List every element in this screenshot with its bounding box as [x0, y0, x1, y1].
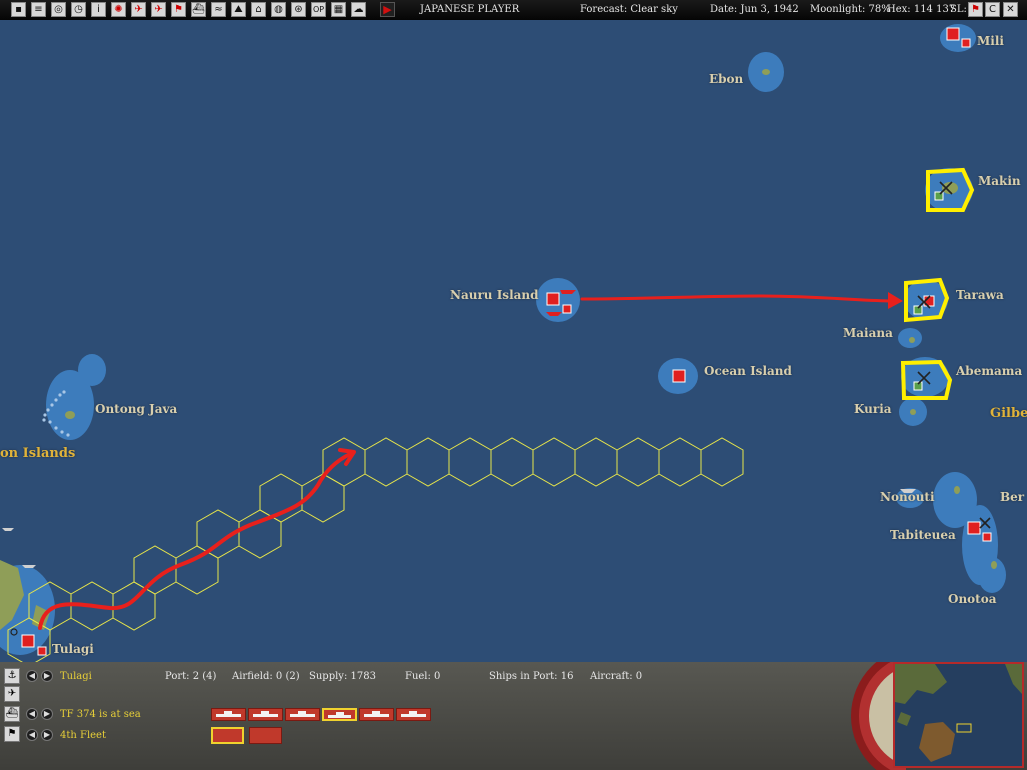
intel-icon[interactable]: ◎	[51, 2, 66, 17]
label-nauru: Nauru Island	[450, 288, 539, 302]
report-icon[interactable]: ≡	[31, 2, 46, 17]
label-mili: Mili	[977, 34, 1004, 48]
ships-in-port[interactable]: Ships in Port: 16	[489, 671, 573, 682]
label-ontong-java: Ontong Java	[95, 402, 178, 416]
port-size: Port: 2 (4)	[165, 671, 217, 682]
next-base-arrow-icon[interactable]: ▶	[41, 670, 53, 682]
save-icon[interactable]: ▪	[11, 2, 26, 17]
supply-value: Supply: 1783	[309, 671, 376, 682]
label-abemama: Abemama	[956, 364, 1023, 378]
aircraft-panel-icon[interactable]: ✈	[4, 686, 20, 702]
label-ocean-island: Ocean Island	[704, 364, 792, 378]
time-icon[interactable]: ◷	[71, 2, 86, 17]
game-window: ▪ ≡ ◎ ◷ i ✺ ✈ ✈ ⚑ ⛴ ≈ ⛰ ⌂ ◍ ⊛ OP ▦ ☁ ▶ J…	[0, 0, 1027, 770]
ocean-map[interactable]: Mili Ebon Makin Tarawa Maiana Abemama Ku…	[0, 20, 1027, 662]
map-layer	[0, 24, 1006, 662]
label-tulagi: Tulagi	[52, 642, 94, 656]
ship-panel-icon[interactable]: ⛴	[4, 706, 20, 722]
date-label: Date: Jun 3, 1942	[710, 4, 799, 15]
airfield-size: Airfield: 0 (2)	[232, 671, 300, 682]
ship-slot[interactable]	[285, 708, 320, 721]
label-kuria: Kuria	[854, 402, 892, 416]
moonlight-label: Moonlight: 78%	[810, 4, 891, 15]
ship-slot[interactable]	[211, 708, 246, 721]
flag-panel-icon[interactable]: ⚑	[4, 726, 20, 742]
base-icon[interactable]: ⌂	[251, 2, 266, 17]
prev-base-arrow-icon[interactable]: ◀	[26, 670, 38, 682]
label-tarawa: Tarawa	[956, 288, 1004, 302]
label-beru: Ber	[1000, 490, 1025, 504]
task-force-status[interactable]: TF 374 is at sea	[60, 709, 141, 720]
sl-label: SL:	[950, 4, 967, 15]
next-hq-arrow-icon[interactable]: ▶	[41, 729, 53, 741]
aircraft-count[interactable]: Aircraft: 0	[590, 671, 642, 682]
label-nonouti: Nonouti	[880, 490, 935, 504]
ship-slot-selected[interactable]	[322, 708, 357, 721]
japan-flag-icon[interactable]: ✺	[111, 2, 126, 17]
ship-icon[interactable]: ⛴	[191, 2, 206, 17]
op-icon[interactable]: OP	[311, 2, 326, 17]
aircraft-icon[interactable]: ✈	[131, 2, 146, 17]
label-ebon: Ebon	[709, 72, 744, 86]
ship-slot[interactable]	[248, 708, 283, 721]
hex-label: Hex: 114 137	[887, 4, 956, 15]
fleet-hq[interactable]: 4th Fleet	[60, 730, 106, 741]
ship-slot[interactable]	[396, 708, 431, 721]
close-icon[interactable]: ✕	[1003, 2, 1018, 17]
fleet-button[interactable]	[249, 727, 282, 744]
flag-icon[interactable]: ⚑	[171, 2, 186, 17]
weather-icon[interactable]: ☁	[351, 2, 366, 17]
land-unit-icon[interactable]: ⛰	[231, 2, 246, 17]
label-gilbert-islands: Gilbe	[990, 406, 1027, 421]
forecast-label: Forecast: Clear sky	[580, 4, 678, 15]
base-name[interactable]: Tulagi	[60, 671, 92, 682]
convoy-icon[interactable]: ≈	[211, 2, 226, 17]
label-solomon-islands: on Islands	[0, 446, 76, 461]
anchor-icon[interactable]: ⚓	[4, 668, 20, 684]
prev-hq-arrow-icon[interactable]: ◀	[26, 729, 38, 741]
filter-icon[interactable]: ⊛	[291, 2, 306, 17]
label-makin: Makin	[978, 174, 1021, 188]
air-group-icon[interactable]: ✈	[151, 2, 166, 17]
info-icon[interactable]: i	[91, 2, 106, 17]
top-toolbar: ▪ ≡ ◎ ◷ i ✺ ✈ ✈ ⚑ ⛴ ≈ ⛰ ⌂ ◍ ⊛ OP ▦ ☁ ▶ J…	[0, 0, 1027, 21]
play-turn-icon[interactable]: ▶	[380, 2, 395, 17]
center-icon[interactable]: C	[985, 2, 1000, 17]
globe-icon[interactable]: ◍	[271, 2, 286, 17]
label-onotoa: Onotoa	[948, 592, 997, 606]
strategic-minimap[interactable]	[893, 662, 1024, 768]
label-maiana: Maiana	[843, 326, 893, 340]
player-label: JAPANESE PLAYER	[420, 4, 520, 15]
ship-slot[interactable]	[359, 708, 394, 721]
prev-tf-arrow-icon[interactable]: ◀	[26, 708, 38, 720]
map-icon[interactable]: ▦	[331, 2, 346, 17]
fuel-value: Fuel: 0	[405, 671, 441, 682]
fleet-button-selected[interactable]	[211, 727, 244, 744]
japanese-base-markers	[21, 27, 992, 656]
flag-toggle-icon[interactable]: ⚑	[968, 2, 983, 17]
label-tabiteuea: Tabiteuea	[890, 528, 956, 542]
next-tf-arrow-icon[interactable]: ▶	[41, 708, 53, 720]
